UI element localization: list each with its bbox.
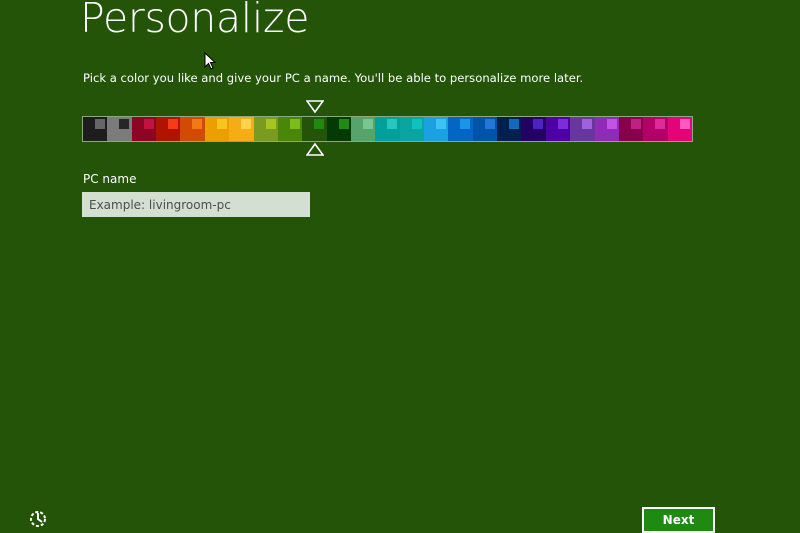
color-swatch-accent — [509, 119, 520, 129]
color-picker-strip[interactable] — [82, 116, 693, 142]
color-swatch-accent — [338, 119, 349, 129]
color-swatch-accent — [679, 119, 690, 129]
color-swatch[interactable] — [156, 117, 181, 141]
color-swatch-accent — [95, 119, 105, 129]
color-swatch[interactable] — [594, 117, 619, 141]
color-swatch[interactable] — [497, 117, 522, 141]
color-swatch[interactable] — [643, 117, 668, 141]
color-swatch-accent — [216, 119, 227, 129]
color-swatch-accent — [143, 119, 154, 129]
color-swatch-accent — [192, 119, 203, 129]
color-swatch-accent — [484, 119, 495, 129]
mouse-cursor-icon — [204, 52, 216, 70]
color-swatch[interactable] — [180, 117, 205, 141]
color-swatch[interactable] — [448, 117, 473, 141]
color-swatch-accent — [557, 119, 568, 129]
color-swatch-accent — [314, 119, 325, 129]
color-swatch[interactable] — [618, 117, 644, 141]
color-swatch[interactable] — [302, 117, 327, 141]
color-swatch[interactable] — [131, 117, 157, 141]
color-swatch[interactable] — [424, 117, 449, 141]
color-swatch-accent — [582, 119, 593, 129]
pc-name-input[interactable] — [82, 192, 310, 217]
color-swatch[interactable] — [204, 117, 230, 141]
color-swatch[interactable] — [399, 117, 425, 141]
color-swatch-accent — [289, 119, 300, 129]
color-swatch[interactable] — [375, 117, 400, 141]
color-swatch-accent — [362, 119, 373, 129]
next-button[interactable]: Next — [642, 507, 715, 533]
color-swatch[interactable] — [107, 117, 132, 141]
color-swatch[interactable] — [83, 117, 108, 141]
color-swatch[interactable] — [326, 117, 351, 141]
color-swatch-accent — [436, 119, 447, 129]
color-swatch-accent — [387, 119, 398, 129]
pc-name-label: PC name — [83, 172, 137, 186]
color-swatch-accent — [168, 119, 179, 129]
color-swatch-accent — [265, 119, 276, 129]
page-subtitle: Pick a color you like and give your PC a… — [83, 71, 584, 85]
selected-color-indicator-bottom — [306, 142, 324, 156]
color-swatch-accent — [119, 119, 130, 129]
selected-color-indicator-top — [306, 100, 324, 114]
color-swatch-accent — [655, 119, 666, 129]
color-swatch-accent — [460, 119, 471, 129]
color-swatch-accent — [606, 119, 617, 129]
color-swatch[interactable] — [229, 117, 254, 141]
color-swatch-accent — [533, 119, 544, 129]
color-swatch[interactable] — [545, 117, 571, 141]
color-swatch-accent — [630, 119, 641, 129]
color-swatch[interactable] — [570, 117, 595, 141]
color-swatch-accent — [411, 119, 422, 129]
color-swatch[interactable] — [350, 117, 376, 141]
color-swatch[interactable] — [253, 117, 278, 141]
page-title: Personalize — [80, 0, 310, 42]
color-swatch-accent — [241, 119, 252, 129]
color-swatch[interactable] — [277, 117, 303, 141]
color-swatch[interactable] — [521, 117, 546, 141]
color-swatch[interactable] — [667, 117, 692, 141]
color-swatch[interactable] — [472, 117, 498, 141]
ease-of-access-icon[interactable] — [28, 509, 48, 529]
